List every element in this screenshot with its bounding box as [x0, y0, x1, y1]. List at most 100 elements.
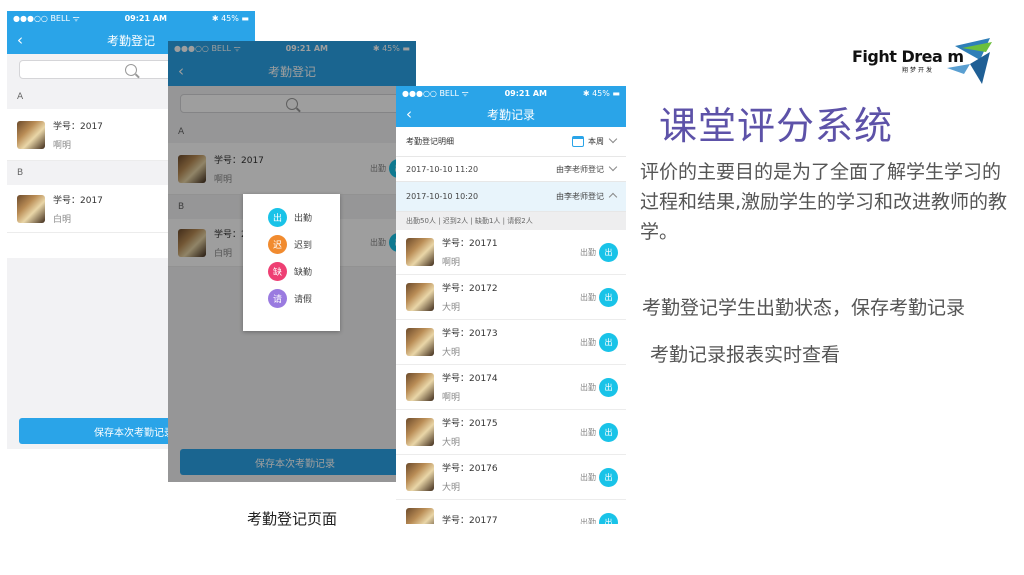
student-number: 学号：2017	[53, 195, 103, 206]
student-number: 学号：20172	[442, 284, 498, 294]
page-title: 考勤登记	[106, 33, 155, 48]
calendar-icon	[572, 136, 584, 147]
record-student-row[interactable]: 学号：20171 啊明 出勤出	[396, 230, 626, 275]
avatar	[17, 120, 45, 149]
record-student-row[interactable]: 学号：20177 出勤出	[396, 500, 626, 524]
battery-label: ✱ 45% ▬	[211, 14, 249, 23]
feature-line-1: 考勤登记学生出勤状态，保存考勤记录	[642, 297, 966, 319]
avatar	[406, 283, 434, 311]
student-name: 啊明	[53, 140, 72, 151]
page-title: 考勤记录	[486, 107, 535, 122]
status-label: 出勤	[580, 337, 596, 347]
status-label: 出勤	[580, 292, 596, 302]
avatar	[406, 328, 434, 356]
record-entry[interactable]: 2017-10-10 11:20 由李老师登记	[396, 157, 626, 182]
battery-label: ✱ 45% ▬	[582, 89, 620, 98]
status-label: 出勤	[580, 247, 596, 257]
feature-line-2: 考勤记录报表实时查看	[650, 344, 841, 366]
status-badge[interactable]: 出	[599, 377, 618, 397]
avatar	[406, 238, 434, 266]
status-label: 出勤	[580, 517, 596, 525]
record-time: 2017-10-10 10:20	[406, 192, 479, 201]
record-student-row[interactable]: 学号：20172 大明 出勤出	[396, 275, 626, 320]
avatar	[406, 373, 434, 401]
option-label: 迟到	[294, 241, 313, 251]
logo-subtitle: 翔梦开发	[902, 67, 935, 74]
logo-wordmark: Fight Drea m	[852, 47, 964, 66]
option-absent[interactable]: 缺 缺勤	[268, 258, 340, 285]
record-by: 由李老师登记	[556, 192, 604, 201]
avatar	[406, 508, 434, 524]
late-icon: 迟	[268, 235, 287, 254]
option-late[interactable]: 迟 迟到	[268, 231, 340, 258]
nav-bar: ‹ 考勤记录	[396, 101, 626, 127]
back-icon[interactable]: ‹	[17, 31, 23, 49]
detail-label: 考勤登记明细	[406, 137, 454, 146]
records-header: 考勤登记明细 本周	[396, 127, 626, 157]
status-picker: 出 出勤 迟 迟到 缺 缺勤 请 请假	[243, 194, 340, 331]
student-name: 白明	[53, 214, 72, 225]
status-badge[interactable]: 出	[599, 332, 618, 352]
student-number: 学号：20175	[442, 419, 498, 429]
student-number: 学号：20176	[442, 464, 498, 474]
student-number: 学号：20177	[442, 515, 498, 525]
chevron-down-icon	[608, 134, 618, 144]
period-selector[interactable]: 本周	[572, 134, 618, 147]
screen-caption: 考勤登记页面	[247, 510, 338, 528]
slide-title: 课堂评分系统	[659, 104, 894, 148]
carrier-label: ●●●○○ BELL ᯤ	[13, 14, 80, 23]
chevron-up-icon	[608, 192, 618, 202]
student-number: 学号：2017	[53, 121, 103, 132]
records-screen: ●●●○○ BELL ᯤ 09:21 AM ✱ 45% ▬ ‹ 考勤记录 考勤登…	[396, 86, 626, 524]
status-bar: ●●●○○ BELL ᯤ 09:21 AM ✱ 45% ▬	[396, 86, 626, 101]
status-label: 出勤	[580, 382, 596, 392]
student-name: 大明	[442, 303, 461, 313]
attendance-summary: 出勤50人 | 迟到2人 | 缺勤1人 | 请假2人	[396, 212, 626, 230]
status-badge[interactable]: 出	[599, 242, 618, 262]
clock: 09:21 AM	[504, 89, 547, 98]
status-label: 出勤	[580, 427, 596, 437]
option-label: 请假	[294, 295, 313, 305]
record-entry-expanded[interactable]: 2017-10-10 10:20 由李老师登记	[396, 182, 626, 212]
avatar	[17, 194, 45, 223]
status-badge[interactable]: 出	[599, 512, 618, 524]
record-student-row[interactable]: 学号：20173 大明 出勤出	[396, 320, 626, 365]
period-label: 本周	[588, 137, 604, 146]
record-student-list: 学号：20171 啊明 出勤出学号：20172 大明 出勤出学号：20173 大明 出勤出学…	[396, 230, 626, 524]
description-paragraph: 评价的主要目的是为了全面了解学生学习的过程和结果,激励学生的学习和改进教师的教学…	[640, 161, 1008, 243]
record-student-row[interactable]: 学号：20174 啊明 出勤出	[396, 365, 626, 410]
search-icon	[125, 63, 137, 76]
option-present[interactable]: 出 出勤	[268, 204, 340, 231]
register-status-screen: ●●●○○ BELL ᯤ 09:21 AM ✱ 45% ▬ ‹ 考勤登记 A 学…	[168, 41, 416, 482]
record-student-row[interactable]: 学号：20175 大明 出勤出	[396, 410, 626, 455]
option-label: 出勤	[294, 214, 313, 224]
student-name: 啊明	[442, 393, 461, 403]
student-number: 学号：20173	[442, 329, 498, 339]
brand-logo: Fight Drea m 翔梦开发	[852, 38, 997, 88]
absent-icon: 缺	[268, 262, 287, 281]
student-name: 大明	[442, 348, 461, 358]
student-number: 学号：20171	[442, 239, 498, 249]
student-number: 学号：20174	[442, 374, 498, 384]
status-badge[interactable]: 出	[599, 422, 618, 442]
status-badge[interactable]: 出	[599, 467, 618, 487]
clock: 09:21 AM	[124, 14, 167, 23]
chevron-down-icon	[608, 162, 618, 171]
avatar	[406, 463, 434, 491]
carrier-label: ●●●○○ BELL ᯤ	[402, 89, 469, 98]
option-label: 缺勤	[294, 268, 313, 278]
student-name: 啊明	[442, 258, 461, 268]
status-badge[interactable]: 出	[599, 287, 618, 307]
leave-icon: 请	[268, 289, 287, 308]
status-label: 出勤	[580, 472, 596, 482]
back-icon[interactable]: ‹	[406, 105, 412, 123]
record-time: 2017-10-10 11:20	[406, 164, 479, 174]
student-name: 大明	[442, 438, 461, 448]
student-name: 大明	[442, 483, 461, 493]
status-bar: ●●●○○ BELL ᯤ 09:21 AM ✱ 45% ▬	[7, 11, 255, 26]
present-icon: 出	[268, 208, 287, 227]
record-student-row[interactable]: 学号：20176 大明 出勤出	[396, 455, 626, 500]
option-leave[interactable]: 请 请假	[268, 285, 340, 312]
avatar	[406, 418, 434, 446]
record-by: 由李老师登记	[556, 164, 604, 174]
